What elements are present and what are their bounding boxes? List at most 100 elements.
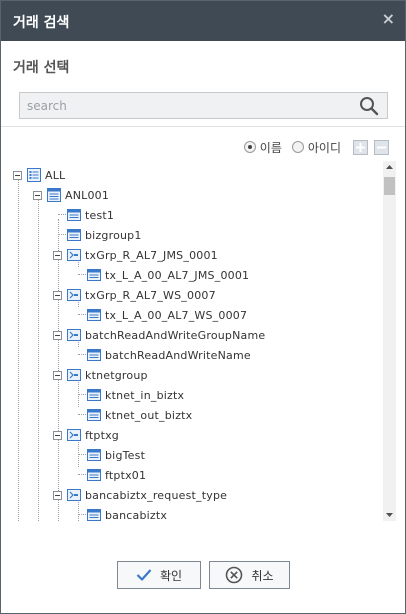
scroll-up-icon[interactable] [383, 161, 396, 173]
transaction-icon [87, 469, 101, 481]
transaction-icon [67, 209, 81, 221]
tree-node-label: ktnetgroup [85, 368, 148, 382]
radio-name[interactable] [243, 141, 256, 153]
tree-node-tx[interactable]: ktnet_in_biztx [87, 385, 184, 405]
dialog-titlebar[interactable]: 거래 검색 × [1, 1, 405, 41]
collapse-toggle-icon[interactable] [53, 430, 62, 440]
tree-node-label: tx_L_A_00_AL7_WS_0007 [105, 308, 248, 322]
tree-connector [78, 454, 86, 455]
radio-id[interactable] [291, 141, 304, 153]
tree-node-txgroup[interactable]: ktnetgroup [53, 365, 148, 385]
tree-connector [58, 214, 66, 215]
tree-node-txgroup[interactable]: batchReadAndWriteGroupName [53, 325, 265, 345]
transaction-icon [87, 349, 101, 361]
tree-node-label: tx_L_A_00_AL7_JMS_0001 [105, 268, 250, 282]
tree-connector [78, 474, 86, 475]
collapse-toggle-icon[interactable] [53, 290, 62, 300]
expand-all-button[interactable] [353, 139, 368, 155]
tree-node-test1[interactable]: test1 [67, 205, 114, 225]
tree-connector [78, 314, 86, 315]
collapse-toggle-icon[interactable] [53, 370, 62, 380]
tree-node-tx[interactable]: batchReadAndWriteName [87, 345, 251, 365]
tree-node-txgroup[interactable]: txGrp_R_AL7_JMS_0001 [53, 245, 218, 265]
transaction-tree: ALL ANL001 test1 bizgroup1 txGrp_R_AL7_J… [5, 161, 381, 521]
cancel-button-label: 취소 [251, 568, 274, 583]
tree-node-label: ftptx01 [105, 468, 147, 482]
transaction-icon [87, 389, 101, 401]
cancel-button[interactable]: 취소 [209, 561, 290, 589]
search-input[interactable] [20, 93, 350, 118]
tree-node-label: bancabiztx_request_type [85, 488, 228, 502]
tree-panel: ALL ANL001 test1 bizgroup1 txGrp_R_AL7_J… [5, 161, 397, 521]
tree-connector [38, 199, 39, 521]
transaction-group-icon [67, 489, 81, 501]
tree-node-tx[interactable]: tx_L_A_00_AL7_JMS_0001 [87, 265, 249, 285]
scroll-down-icon[interactable] [383, 509, 396, 521]
tree-node-label: test1 [85, 208, 115, 222]
transaction-group-icon [67, 249, 81, 261]
search-box [19, 92, 388, 119]
plus-icon [356, 142, 365, 152]
tree-node-bizgroup1[interactable]: bizgroup1 [67, 225, 142, 245]
collapse-toggle-icon[interactable] [53, 330, 62, 340]
tree-node-tx[interactable]: bancabiztx [87, 505, 167, 521]
tree-node-tx[interactable]: bigTest [87, 445, 145, 465]
tree-connector [78, 514, 86, 515]
collapse-toggle-icon[interactable] [13, 170, 22, 180]
tree-node-label: txGrp_R_AL7_WS_0007 [85, 288, 216, 302]
tree-node-label: bancabiztx [105, 508, 168, 522]
confirm-button[interactable]: 확인 [117, 561, 201, 589]
tree-node-label: batchReadAndWriteName [105, 348, 251, 362]
collapse-toggle-icon[interactable] [53, 250, 62, 260]
divider [1, 126, 405, 127]
transaction-icon [87, 269, 101, 281]
tree-connector [78, 354, 86, 355]
tree-node-label: batchReadAndWriteGroupName [85, 328, 266, 342]
tree-node-label: ktnet_in_biztx [105, 388, 185, 402]
confirm-button-label: 확인 [159, 568, 183, 583]
minus-icon [377, 146, 386, 148]
cancel-circle-icon [226, 566, 243, 584]
tree-node-label: ALL [45, 168, 66, 182]
tree-node-label: txGrp_R_AL7_JMS_0001 [85, 248, 218, 262]
scroll-thumb[interactable] [384, 177, 395, 195]
collapse-toggle-icon[interactable] [53, 490, 62, 500]
tree-node-label: ANL001 [65, 188, 110, 202]
tree-node-label: bigTest [105, 448, 146, 462]
tree-node-txgroup[interactable]: bancabiztx_request_type [53, 485, 227, 505]
tree-node-tx[interactable]: ftptx01 [87, 465, 146, 485]
tree-scrollbar[interactable] [383, 161, 396, 521]
tree-node-tx[interactable]: ktnet_out_biztx [87, 405, 192, 425]
transaction-group-icon [67, 289, 81, 301]
transaction-group-icon [67, 429, 81, 441]
tree-node-label: ftptxg [85, 428, 119, 442]
tree-connector [18, 179, 19, 521]
tree-root[interactable]: ALL [13, 165, 65, 185]
tree-node-txgroup[interactable]: txGrp_R_AL7_WS_0007 [53, 285, 216, 305]
tree-node-tx[interactable]: tx_L_A_00_AL7_WS_0007 [87, 305, 247, 325]
radio-id-label: 아이디 [307, 140, 341, 155]
group-list-icon [47, 188, 61, 202]
transaction-icon [87, 449, 101, 461]
check-icon [136, 569, 152, 581]
tree-node-anl001[interactable]: ANL001 [33, 185, 109, 205]
dialog-title: 거래 검색 [13, 15, 70, 31]
tree-node-txgroup[interactable]: ftptxg [53, 425, 119, 445]
root-list-icon [27, 168, 41, 182]
transaction-icon [67, 229, 81, 241]
collapse-toggle-icon[interactable] [33, 190, 42, 200]
transaction-group-icon [67, 329, 81, 341]
tree-node-label: ktnet_out_biztx [105, 408, 193, 422]
tree-connector [78, 274, 86, 275]
section-title: 거래 선택 [13, 60, 70, 76]
transaction-search-dialog: 거래 검색 × 거래 선택 이름 아이디 [0, 0, 406, 614]
search-options: 이름 아이디 [243, 139, 389, 155]
tree-node-label: bizgroup1 [85, 228, 142, 242]
search-icon[interactable] [359, 96, 379, 116]
tree-connector [78, 414, 86, 415]
radio-name-label: 이름 [259, 140, 282, 155]
transaction-icon [87, 409, 101, 421]
close-icon[interactable]: × [382, 9, 395, 28]
collapse-all-button[interactable] [374, 139, 389, 155]
tree-connector [78, 394, 86, 395]
